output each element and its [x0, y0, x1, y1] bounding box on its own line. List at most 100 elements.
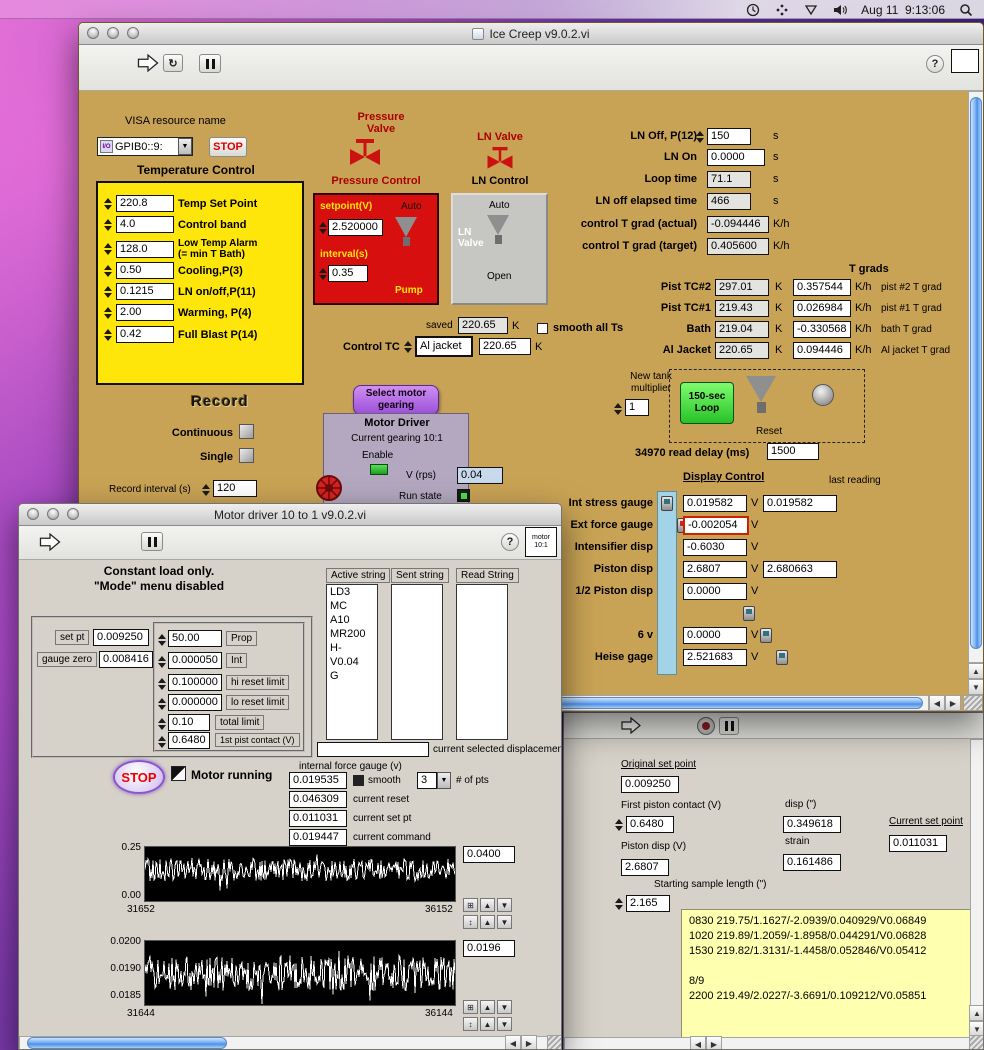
total-limit-field[interactable]: 0.10 — [168, 714, 210, 731]
active-string-list[interactable]: LD3 MC A10 MR200 H- V0.04 G — [326, 584, 378, 740]
horizontal-scrollbar-thumb[interactable] — [27, 1037, 227, 1049]
continuous-toggle[interactable] — [239, 424, 254, 439]
menubar-dots-icon[interactable] — [774, 2, 790, 18]
volume-icon[interactable] — [832, 2, 848, 18]
vi-icon-pane[interactable] — [951, 49, 979, 73]
resize-grip[interactable] — [547, 1035, 562, 1050]
spinner[interactable] — [103, 304, 112, 321]
new-tank-field[interactable]: 1 — [625, 399, 649, 416]
ln-onoff-field[interactable]: 0.1215 — [116, 283, 174, 300]
list-item[interactable]: LD3 — [327, 585, 377, 599]
chart-down-icon[interactable]: ▼ — [497, 898, 512, 912]
motor-stop-button[interactable]: STOP — [113, 760, 165, 794]
ln-off-field[interactable]: 150 — [707, 128, 751, 145]
first-piston-contact-field[interactable]: 0.6480 — [626, 816, 674, 833]
new-tank-spinner[interactable] — [613, 400, 622, 417]
heise-switch[interactable] — [776, 650, 788, 665]
close-button[interactable] — [27, 508, 39, 520]
run-button[interactable] — [137, 54, 159, 77]
control-tc-spinner[interactable] — [403, 338, 412, 355]
control-band-field[interactable]: 4.0 — [116, 216, 174, 233]
pressure-valve-knob[interactable] — [395, 217, 417, 246]
spinner[interactable] — [103, 262, 112, 279]
smooth-all-ts-checkbox[interactable] — [537, 323, 548, 334]
chart-down-icon[interactable]: ▼ — [497, 1000, 512, 1014]
enable-toggle[interactable] — [370, 464, 388, 475]
log-notes-textarea[interactable]: 0830 219.75/1.1627/-2.0939/0.040929/V0.0… — [681, 909, 979, 1039]
scroll-right-arrow[interactable]: ▶ — [706, 1036, 722, 1050]
sent-string-list[interactable] — [391, 584, 443, 740]
run-button[interactable] — [621, 717, 641, 739]
prop-field[interactable]: 50.00 — [168, 630, 222, 647]
help-button[interactable]: ? — [501, 533, 519, 551]
first-contact-field[interactable]: 0.6480 — [168, 732, 210, 749]
num-pts-dropdown[interactable]: 3 — [417, 772, 437, 789]
int-stress-switch[interactable] — [661, 496, 673, 511]
gauge-zero-field[interactable]: 0.008416 — [99, 651, 153, 668]
ln-on-field[interactable]: 0.0000 — [707, 149, 765, 166]
motor-titlebar[interactable]: Motor driver 10 to 1 v9.0.2.vi — [19, 504, 561, 526]
hi-reset-spinner[interactable] — [157, 675, 166, 692]
scroll-left-arrow[interactable]: ◀ — [505, 1035, 521, 1050]
run-button[interactable] — [39, 533, 61, 556]
single-toggle[interactable] — [239, 448, 254, 463]
menubar-clock[interactable]: Aug 11 9:13:06 — [861, 3, 945, 17]
minimize-button[interactable] — [107, 27, 119, 39]
list-item[interactable]: MC — [327, 599, 377, 613]
scroll-left-arrow[interactable]: ◀ — [690, 1036, 706, 1050]
chart-down-icon[interactable]: ▼ — [497, 1017, 512, 1031]
record-interval-spinner[interactable] — [201, 481, 210, 498]
num-pts-dropdown-arrow[interactable]: ▼ — [437, 772, 451, 789]
chart-down-icon[interactable]: ▼ — [497, 915, 512, 929]
list-item[interactable]: G — [327, 669, 377, 683]
spinner[interactable] — [103, 241, 112, 258]
vertical-scrollbar-thumb[interactable] — [970, 97, 982, 649]
setpoint-field[interactable]: 2.520000 — [328, 219, 383, 236]
chart-up-icon[interactable]: ▲ — [480, 898, 495, 912]
scroll-up-arrow[interactable]: ▲ — [969, 1005, 984, 1021]
first-piston-contact-spinner[interactable] — [614, 816, 623, 833]
reset-knob[interactable] — [746, 376, 776, 413]
minimize-button[interactable] — [47, 508, 59, 520]
chart-up-icon[interactable]: ▲ — [480, 1017, 495, 1031]
smooth-checkbox[interactable] — [353, 775, 364, 786]
help-button[interactable]: ? — [926, 55, 944, 73]
starting-sample-length-field[interactable]: 2.165 — [626, 895, 670, 912]
int-field[interactable]: 0.000050 — [168, 652, 222, 669]
visa-stop-button[interactable]: STOP — [209, 137, 247, 157]
visa-resource-combo[interactable]: I/O GPIB0::9: ▼ — [97, 137, 193, 156]
original-set-point-field[interactable]: 0.009250 — [621, 776, 679, 793]
chart-up-icon[interactable]: ▲ — [480, 1000, 495, 1014]
pause-button[interactable] — [141, 532, 163, 551]
list-item[interactable]: V0.04 — [327, 655, 377, 669]
zoom-button[interactable] — [67, 508, 79, 520]
spinner[interactable] — [103, 216, 112, 233]
starting-sample-length-spinner[interactable] — [614, 895, 623, 912]
visa-dropdown-arrow[interactable]: ▼ — [178, 138, 192, 155]
read-string-list[interactable] — [456, 584, 508, 740]
read-delay-field[interactable]: 1500 — [767, 443, 819, 460]
ice-titlebar[interactable]: Ice Creep v9.0.2.vi — [79, 23, 983, 45]
loop-150sec-button[interactable]: 150-sec Loop — [680, 382, 734, 424]
scroll-down-arrow[interactable]: ▼ — [968, 679, 984, 695]
total-limit-spinner[interactable] — [157, 715, 166, 732]
scroll-up-arrow[interactable]: ▲ — [968, 663, 984, 679]
run-continuously-button[interactable]: ↻ — [163, 54, 183, 72]
chart-axis-icon[interactable]: ↕ — [463, 915, 478, 929]
zoom-button[interactable] — [127, 27, 139, 39]
current-selected-field[interactable] — [317, 742, 429, 757]
list-item[interactable]: A10 — [327, 613, 377, 627]
resize-grip[interactable] — [963, 695, 983, 711]
ln-valve-knob[interactable] — [487, 215, 509, 244]
control-tc-ring[interactable]: Al jacket — [415, 336, 473, 357]
interval-field[interactable]: 0.35 — [328, 265, 368, 282]
warming-field[interactable]: 2.00 — [116, 304, 174, 321]
temp-setpoint-field[interactable]: 220.8 — [116, 195, 174, 212]
interval-spinner[interactable] — [318, 265, 327, 282]
chart-axis-icon[interactable]: ↕ — [463, 1017, 478, 1031]
scroll-right-arrow[interactable]: ▶ — [945, 695, 961, 711]
v-rps-field[interactable]: 0.04 — [457, 467, 503, 484]
ln-off-spinner[interactable] — [695, 128, 704, 145]
spinner[interactable] — [103, 326, 112, 343]
menubar-shape-icon[interactable] — [803, 2, 819, 18]
